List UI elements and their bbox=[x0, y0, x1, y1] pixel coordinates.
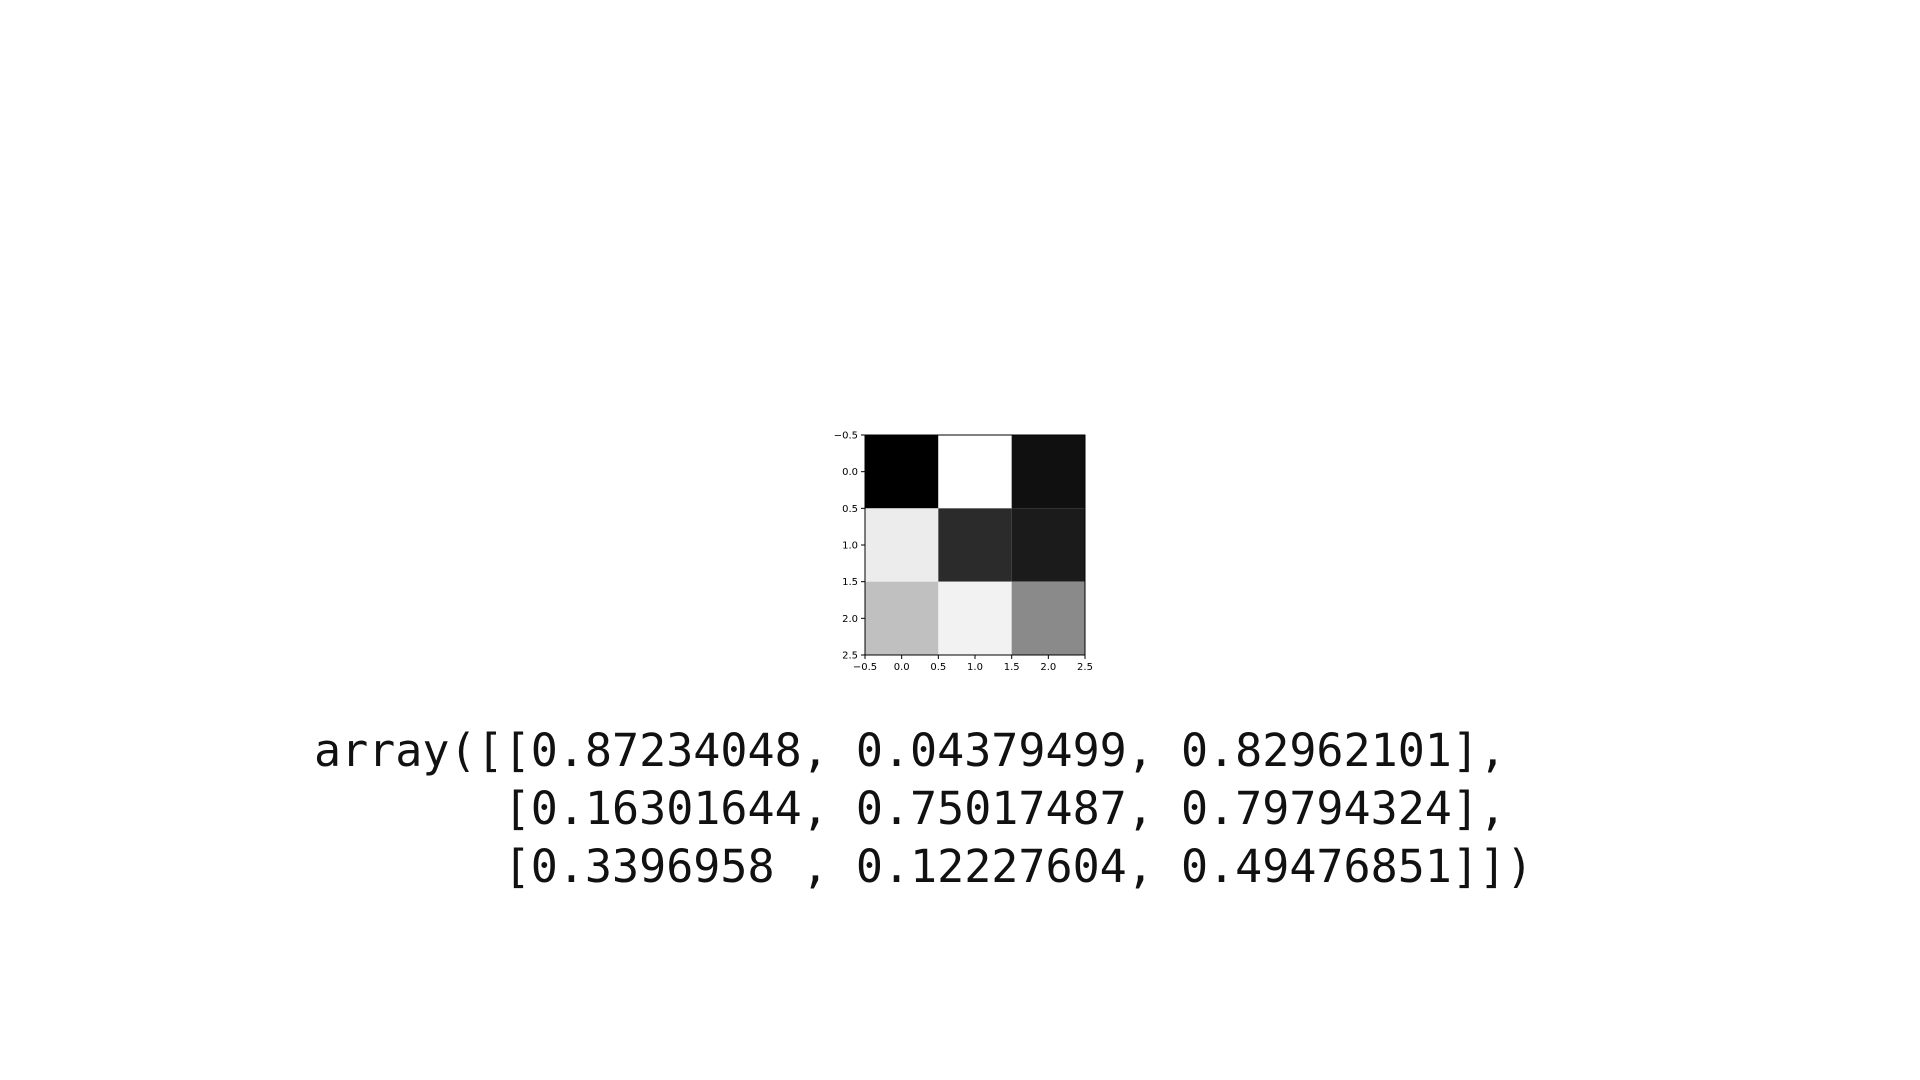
y-tick-label-5: 2.0 bbox=[842, 614, 858, 625]
heatmap-cell-r0-c0 bbox=[865, 435, 939, 509]
heatmap-cell-r1-c0 bbox=[865, 508, 939, 582]
x-tick-label-5: 2.0 bbox=[1040, 662, 1056, 673]
array-output-line-3: [0.3396958 , 0.12227604, 0.49476851]]) bbox=[314, 840, 1534, 893]
array-output-line-1: array([[0.87234048, 0.04379499, 0.829621… bbox=[314, 724, 1507, 777]
heatmap-cell-r0-c1 bbox=[938, 435, 1012, 509]
heatmap-figure: −0.5 0.0 0.5 1.0 1.5 2.0 2.5 −0.5 0.0 0.5 1.0 1.5 2.… bbox=[830, 420, 1100, 680]
y-tick-label-0: −0.5 bbox=[834, 431, 858, 442]
heatmap-cell-r2-c1 bbox=[938, 581, 1012, 655]
x-tick-label-6: 2.5 bbox=[1077, 662, 1093, 673]
heatmap-cell-r2-c2 bbox=[1011, 581, 1085, 655]
heatmap-cell-r1-c1 bbox=[938, 508, 1012, 582]
heatmap-chart: −0.5 0.0 0.5 1.0 1.5 2.0 2.5−0.50.00.51.01.52.… bbox=[834, 431, 1093, 674]
array-output: array([[0.87234048, 0.04379499, 0.829621… bbox=[314, 722, 1533, 896]
heatmap-cell-r0-c2 bbox=[1011, 435, 1085, 509]
y-tick-label-3: 1.0 bbox=[842, 541, 858, 552]
x-tick-label-1: 0.0 bbox=[894, 662, 910, 673]
page-canvas: −0.5 0.0 0.5 1.0 1.5 2.0 2.5 −0.5 0.0 0.5 1.0 1.5 2.… bbox=[0, 0, 1920, 1080]
x-tick-label-4: 1.5 bbox=[1004, 662, 1020, 673]
y-tick-label-4: 1.5 bbox=[842, 577, 858, 588]
heatmap-cell-r1-c2 bbox=[1011, 508, 1085, 582]
array-output-line-2: [0.16301644, 0.75017487, 0.79794324], bbox=[314, 782, 1507, 835]
y-tick-label-2: 0.5 bbox=[842, 504, 858, 515]
y-tick-label-6: 2.5 bbox=[842, 651, 858, 662]
x-tick-label-3: 1.0 bbox=[967, 662, 983, 673]
y-tick-label-1: 0.0 bbox=[842, 467, 858, 478]
x-tick-label-2: 0.5 bbox=[930, 662, 946, 673]
heatmap-cell-r2-c0 bbox=[865, 581, 939, 655]
x-tick-label-0: −0.5 bbox=[853, 662, 877, 673]
